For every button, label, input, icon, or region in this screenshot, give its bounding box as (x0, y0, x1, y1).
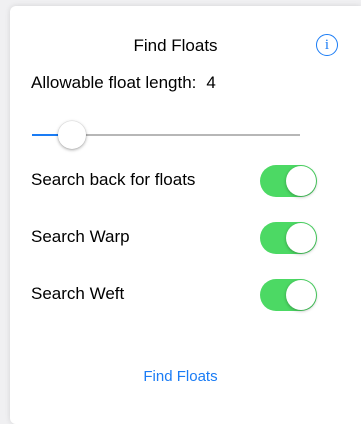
search-back-label: Search back for floats (31, 170, 196, 189)
slider-thumb[interactable] (58, 121, 86, 149)
info-icon[interactable]: i (316, 34, 338, 56)
popover-title: Find Floats (133, 36, 218, 55)
float-length-value: 4 (206, 73, 216, 92)
find-floats-button[interactable]: Find Floats (0, 368, 361, 385)
search-warp-switch[interactable] (260, 222, 317, 254)
toggle-row-search-weft: Search Weft (31, 277, 331, 311)
float-length-slider[interactable] (32, 121, 300, 149)
float-length-row: Allowable float length: 4 (31, 73, 216, 93)
search-weft-switch[interactable] (260, 279, 317, 311)
search-back-switch[interactable] (260, 165, 317, 197)
toggle-row-search-warp: Search Warp (31, 220, 331, 254)
float-length-label: Allowable float length: (31, 73, 197, 92)
search-warp-label: Search Warp (31, 227, 130, 246)
switch-knob (286, 280, 316, 310)
switch-knob (286, 166, 316, 196)
toggle-row-search-back: Search back for floats (31, 163, 331, 197)
find-floats-popover: Find Floats i Allowable float length: 4 S… (10, 6, 361, 424)
search-weft-label: Search Weft (31, 284, 125, 303)
switch-knob (286, 223, 316, 253)
